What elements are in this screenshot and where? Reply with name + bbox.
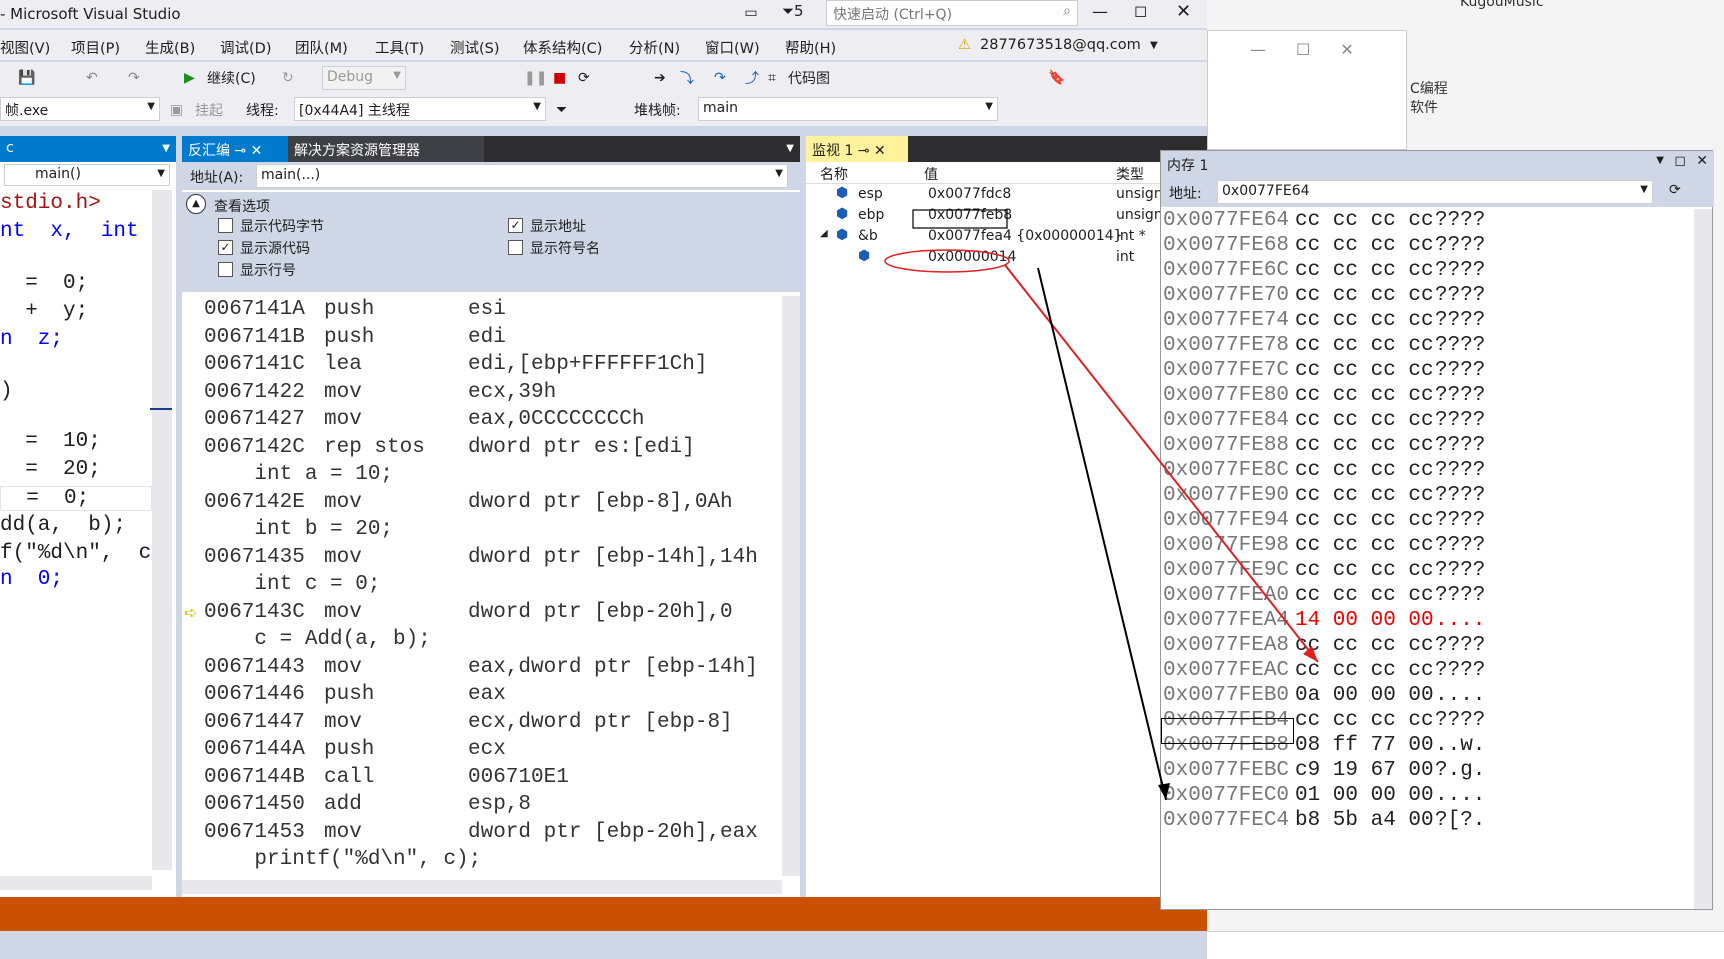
arrowhead-black bbox=[1158, 783, 1170, 800]
value-highlight-circle bbox=[884, 249, 1010, 273]
ebp-value-box bbox=[912, 209, 1008, 229]
arrowhead-red bbox=[1303, 646, 1318, 662]
arrow-to-feb8 bbox=[1037, 267, 1167, 801]
annotation-overlay bbox=[884, 209, 1319, 801]
